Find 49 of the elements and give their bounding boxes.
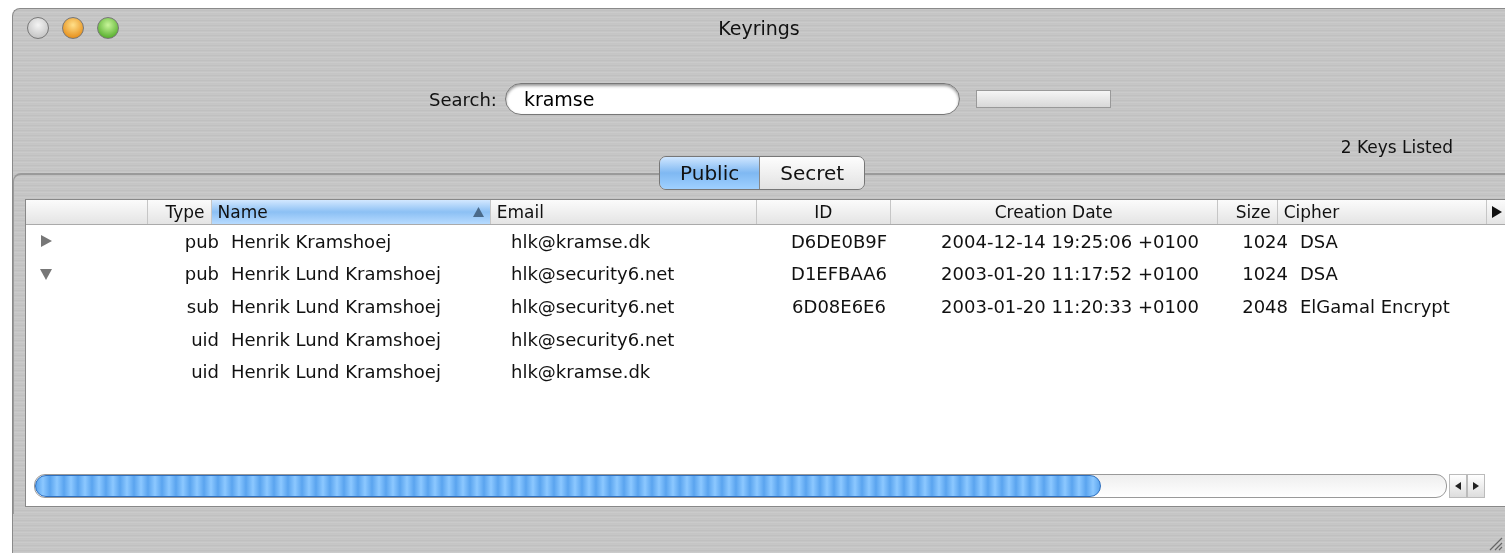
column-header[interactable]: Cipher [1277,200,1488,224]
sort-ascending-icon [472,207,484,217]
column-header[interactable]: Type [147,200,212,224]
column-header[interactable]: Name [211,200,491,224]
table-cell: hlk@security6.net [511,263,675,285]
table-cell: Henrik Lund Kramshoej [231,263,441,285]
table-cell: hlk@security6.net [511,328,675,350]
table-cell: hlk@kramse.dk [511,361,651,383]
disclosure-triangle-icon[interactable] [39,234,53,249]
table-cell: 6D08E6E6 [792,296,886,317]
minimize-button[interactable] [62,17,84,39]
table-cell: pub [184,230,219,252]
table-cell: D6DE0B9F [790,230,888,252]
scroll-left-button[interactable] [1449,474,1467,498]
key-count: 2 Keys Listed [1340,137,1453,157]
table-cell: 1024 [1242,263,1288,285]
column-header[interactable]: Creation Date [890,200,1218,224]
table-cell: 2003-01-20 11:20:33 +0100 [941,296,1199,317]
close-button[interactable] [27,17,49,39]
table-cell: 2004-12-14 19:25:06 +0100 [941,230,1199,252]
tab[interactable]: Secret [759,157,865,189]
table-cell: Henrik Lund Kramshoej [231,328,441,350]
table-cell: uid [191,328,219,350]
table-cell: pub [184,263,219,285]
table-cell: 1024 [1242,230,1288,252]
window-title: Keyrings [718,17,800,39]
table-cell: Henrik Lund Kramshoej [231,361,441,383]
zoom-button[interactable] [97,17,119,39]
horizontal-scrollbar[interactable] [34,474,1485,498]
table-cell: sub [186,296,219,317]
disclosure-triangle-icon[interactable] [39,266,53,281]
table-cell: DSA [1300,263,1338,285]
scroll-right-button[interactable] [1467,474,1485,498]
table-cell: 2048 [1242,296,1288,317]
column-header[interactable]: Email [490,200,758,224]
table-cell: ElGamal Encrypt [1300,296,1450,317]
table-cell: DSA [1300,230,1338,252]
table-cell: hlk@kramse.dk [511,230,651,252]
table-cell: Henrik Kramshoej [231,230,392,252]
tab[interactable]: Public [660,157,760,189]
table-cell: uid [191,361,219,383]
column-header[interactable]: ID [757,200,891,224]
table-cell: hlk@security6.net [511,296,675,317]
table-cell: Henrik Lund Kramshoej [231,296,441,317]
search-label: Search: [429,88,497,110]
table-cell: 2003-01-20 11:17:52 +0100 [941,263,1199,285]
search-field[interactable]: kramse [504,83,960,115]
column-header[interactable]: Size [1217,200,1278,224]
table-cell: D1EFBAA6 [791,263,887,285]
